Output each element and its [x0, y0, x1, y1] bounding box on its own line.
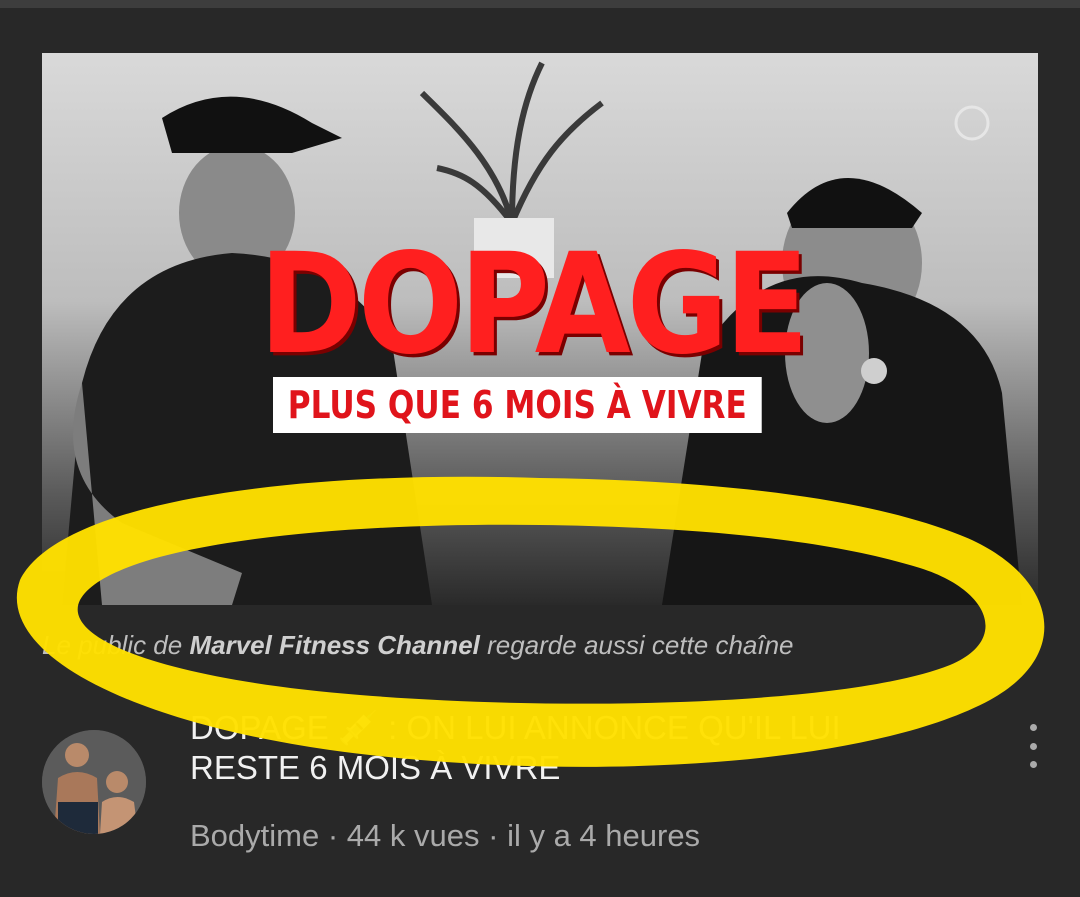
- context-suffix: regarde aussi cette chaîne: [479, 630, 794, 660]
- channel-avatar[interactable]: [42, 730, 146, 834]
- meta-separator: ·: [479, 818, 508, 853]
- context-prefix: Le public de: [42, 630, 190, 660]
- more-dot: [1029, 761, 1037, 768]
- thumbnail-title: DOPAGE: [258, 224, 809, 386]
- more-vert-icon[interactable]: [1018, 724, 1048, 768]
- channel-context-text: Le public de Marvel Fitness Channel rega…: [42, 630, 794, 661]
- upload-age: il y a 4 heures: [507, 818, 701, 853]
- more-dot: [1029, 724, 1037, 731]
- context-channel-name: Marvel Fitness Channel: [189, 630, 480, 660]
- video-title[interactable]: DOPAGE 💉 : ON LUI ANNONCE QU'IL LUI REST…: [190, 708, 930, 788]
- meta-separator: ·: [319, 818, 347, 853]
- top-divider: [0, 0, 1080, 8]
- avatar-image: [42, 730, 146, 834]
- channel-name[interactable]: Bodytime: [190, 818, 319, 853]
- more-dot: [1029, 742, 1037, 750]
- video-metadata: Bodytime · 44 k vues · il y a 4 heures: [190, 818, 700, 854]
- video-thumbnail[interactable]: DOPAGE PLUS QUE 6 MOIS À VIVRE: [42, 53, 1038, 605]
- thumbnail-subtitle: PLUS QUE 6 MOIS À VIVRE: [273, 377, 762, 433]
- view-count: 44 k vues: [346, 818, 480, 853]
